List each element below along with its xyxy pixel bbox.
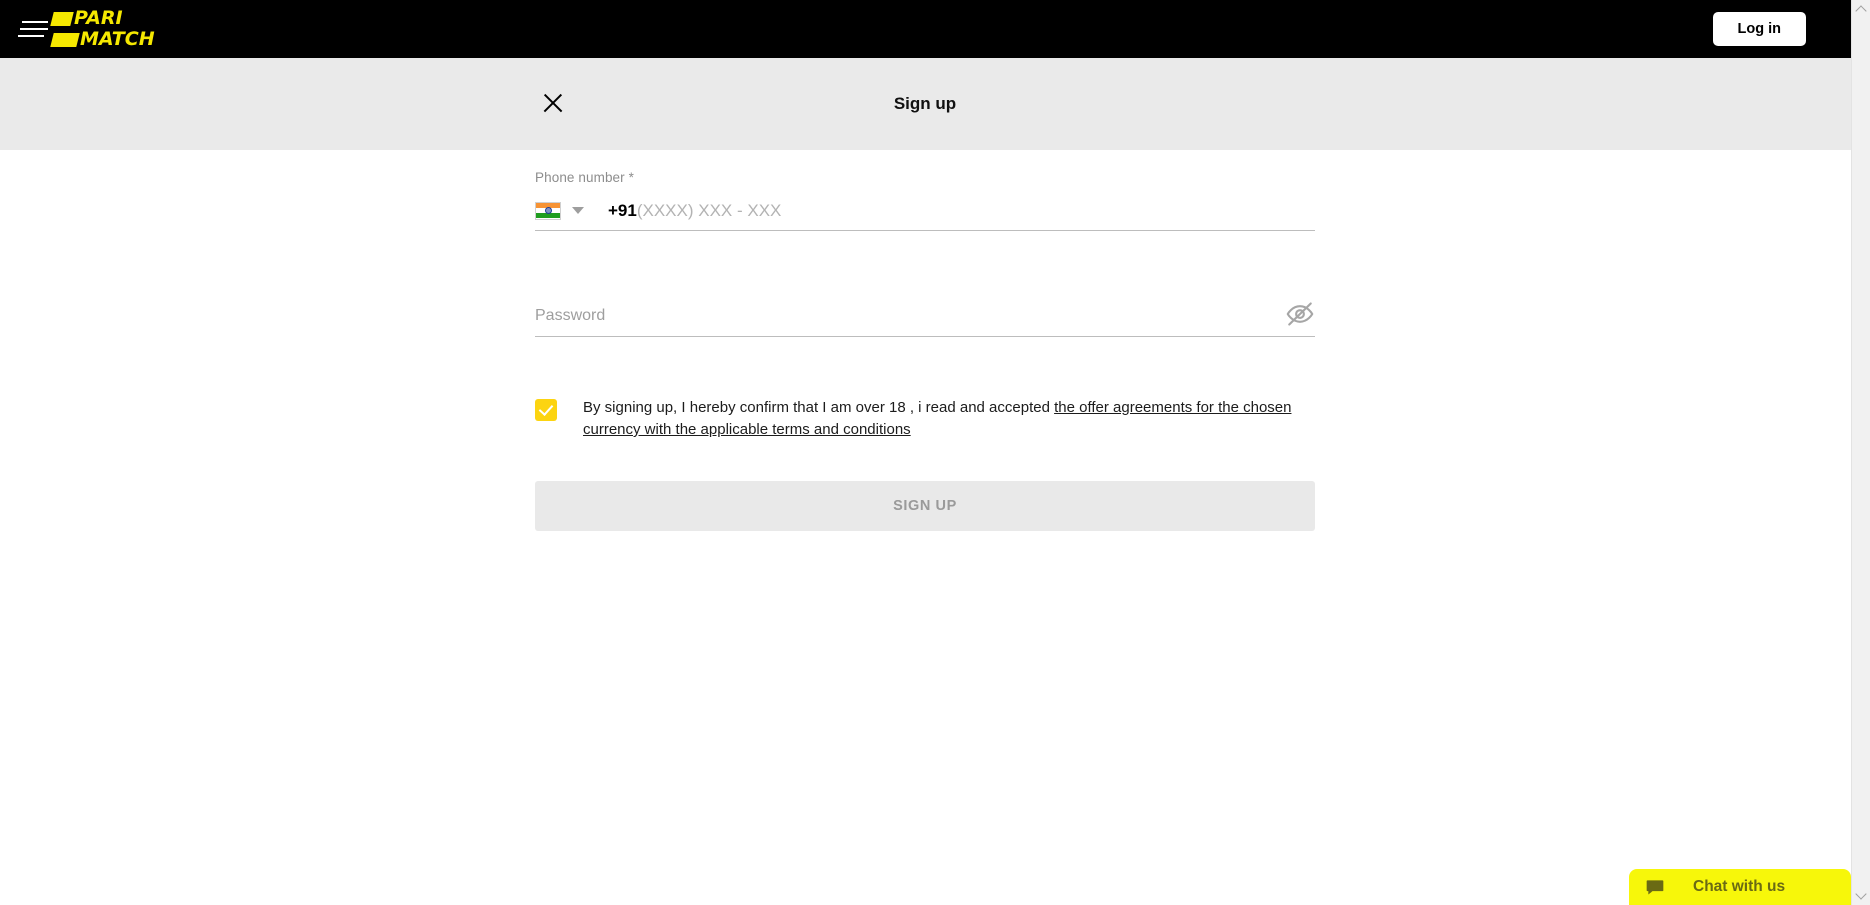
logo-text-match: MATCH (80, 28, 155, 50)
logo-block-icon (50, 32, 80, 47)
parimatch-logo[interactable]: PARI MATCH (50, 7, 172, 50)
signup-form: Phone number * +91 (XXXX) XXX - XXX Pass… (535, 150, 1315, 531)
chat-with-us-label: Chat with us (1693, 878, 1786, 895)
signup-modal-header: Sign up (0, 58, 1851, 150)
chat-with-us-widget[interactable]: Chat with us (1629, 869, 1851, 905)
password-input-placeholder[interactable]: Password (535, 307, 605, 325)
logo-line-2: MATCH (50, 28, 172, 50)
logo-text-pari: PARI (74, 7, 123, 29)
scroll-down-arrow-icon[interactable] (1852, 886, 1870, 905)
phone-dial-code: +91 (608, 200, 637, 220)
terms-checkbox[interactable] (535, 399, 557, 421)
phone-input-placeholder[interactable]: (XXXX) XXX - XXX (637, 201, 782, 221)
scrollbar-thumb[interactable] (1854, 20, 1869, 880)
page-title: Sign up (893, 94, 957, 113)
phone-number-field[interactable]: +91 (XXXX) XXX - XXX (535, 191, 1315, 231)
chevron-down-icon[interactable] (572, 207, 584, 214)
eye-off-icon[interactable] (1285, 299, 1315, 329)
phone-number-label: Phone number * (535, 170, 634, 185)
consent-text: By signing up, I hereby confirm that I a… (583, 397, 1315, 441)
consent-text-prefix: By signing up, I hereby confirm that I a… (583, 399, 1055, 416)
scroll-up-arrow-icon[interactable] (1852, 0, 1870, 19)
sign-up-button[interactable]: SIGN UP (535, 481, 1315, 531)
page-root: PARI MATCH Log in Sign up Phone number *… (0, 0, 1870, 905)
logo-line-1: PARI (50, 7, 172, 29)
login-button[interactable]: Log in (1712, 12, 1806, 46)
hamburger-menu-icon[interactable] (14, 16, 56, 42)
india-flag-icon[interactable] (535, 201, 561, 220)
consent-row: By signing up, I hereby confirm that I a… (535, 397, 1315, 441)
chat-bubble-icon (1645, 877, 1665, 897)
logo-block-icon (50, 11, 74, 26)
browser-scrollbar[interactable] (1851, 0, 1870, 905)
top-navigation-bar: PARI MATCH Log in (0, 0, 1851, 58)
password-field[interactable]: Password (535, 295, 1315, 337)
